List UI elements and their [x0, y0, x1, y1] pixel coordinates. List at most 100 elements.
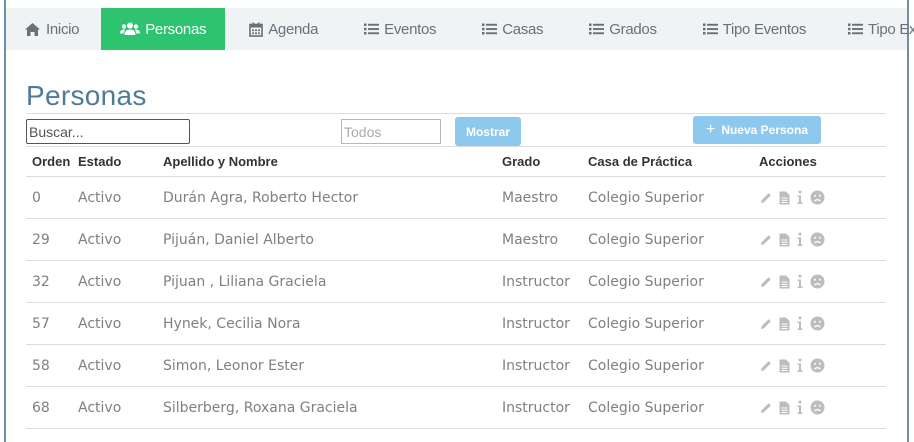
cell-estado: Activo	[72, 302, 157, 345]
nav-agenda[interactable]: Agenda	[225, 8, 340, 50]
cell-estado: Activo	[72, 344, 157, 387]
list-icon	[482, 23, 498, 35]
document-icon[interactable]	[779, 359, 790, 373]
main-navbar: Inicio Personas Agenda Eventos Casas Gra…	[6, 8, 914, 50]
nav-label: Eventos	[384, 20, 437, 38]
cell-nombre: Durán Agra, Roberto Hector	[157, 176, 496, 219]
nav-label: Casas	[502, 20, 544, 38]
cell-orden: 68	[26, 386, 72, 429]
column-header-orden[interactable]: Orden	[26, 146, 72, 177]
cell-casa: Colegio Superior	[582, 218, 753, 261]
table-row[interactable]: 68 Activo Silberberg, Roxana Graciela Instr…	[26, 386, 886, 429]
nav-label: Tipo Extras	[868, 20, 914, 38]
table-row[interactable]: 29 Activo Pijuán, Daniel Alberto Maestro Col…	[26, 218, 886, 261]
cell-casa: Colegio Superior	[582, 176, 753, 219]
info-icon[interactable]	[796, 232, 804, 247]
document-icon[interactable]	[779, 401, 790, 415]
cell-grado: Maestro	[496, 218, 582, 261]
info-icon[interactable]	[796, 358, 804, 373]
frown-icon[interactable]	[810, 358, 825, 373]
users-icon	[120, 22, 141, 35]
cell-acciones	[753, 176, 886, 219]
frown-icon[interactable]	[810, 232, 825, 247]
column-header-grado[interactable]: Grado	[496, 146, 582, 177]
cell-acciones	[753, 260, 886, 303]
list-icon	[702, 23, 718, 35]
info-icon[interactable]	[796, 190, 804, 205]
cell-estado: Activo	[72, 260, 157, 303]
nav-label: Personas	[145, 20, 207, 38]
pencil-icon[interactable]	[759, 275, 773, 289]
search-input[interactable]	[26, 119, 190, 144]
cell-orden: 29	[26, 218, 72, 261]
cell-orden: 32	[26, 260, 72, 303]
pencil-icon[interactable]	[759, 317, 773, 331]
cell-estado: Activo	[72, 176, 157, 219]
document-icon[interactable]	[779, 275, 790, 289]
cell-acciones	[753, 386, 886, 429]
cell-acciones	[753, 344, 886, 387]
nueva-persona-label: Nueva Persona	[721, 123, 809, 137]
table-row[interactable]: 0 Activo Durán Agra, Roberto Hector Maestro…	[26, 176, 886, 219]
estado-filter-input[interactable]	[341, 119, 441, 144]
personas-table: Orden Estado Apellido y Nombre Grado Cas…	[26, 146, 886, 429]
column-header-acciones: Acciones	[753, 146, 886, 177]
cell-casa: Colegio Superior	[582, 302, 753, 345]
cell-estado: Activo	[72, 218, 157, 261]
cell-grado: Maestro	[496, 176, 582, 219]
column-header-estado[interactable]: Estado	[72, 146, 157, 177]
nav-grados[interactable]: Grados	[565, 8, 678, 50]
frown-icon[interactable]	[810, 190, 825, 205]
page-title: Personas	[26, 80, 147, 111]
table-row[interactable]: 58 Activo Simon, Leonor Ester Instructor Col…	[26, 344, 886, 387]
nueva-persona-button[interactable]: + Nueva Persona	[693, 116, 821, 144]
frown-icon[interactable]	[810, 400, 825, 415]
table-row[interactable]: 57 Activo Hynek, Cecilia Nora Instructor Col…	[26, 302, 886, 345]
info-icon[interactable]	[796, 316, 804, 331]
column-header-nombre[interactable]: Apellido y Nombre	[157, 146, 496, 177]
pencil-icon[interactable]	[759, 359, 773, 373]
cell-casa: Colegio Superior	[582, 386, 753, 429]
table-header-row: Orden Estado Apellido y Nombre Grado Cas…	[26, 146, 886, 177]
info-icon[interactable]	[796, 400, 804, 415]
info-icon[interactable]	[796, 274, 804, 289]
nav-personas[interactable]: Personas	[101, 8, 226, 50]
cell-casa: Colegio Superior	[582, 260, 753, 303]
cell-orden: 57	[26, 302, 72, 345]
cell-nombre: Simon, Leonor Ester	[157, 344, 496, 387]
cell-grado: Instructor	[496, 344, 582, 387]
nav-label: Agenda	[268, 20, 319, 38]
cell-acciones	[753, 218, 886, 261]
frown-icon[interactable]	[810, 316, 825, 331]
home-icon	[25, 22, 40, 36]
frown-icon[interactable]	[810, 274, 825, 289]
nav-tipo-eventos[interactable]: Tipo Eventos	[679, 8, 828, 50]
nav-inicio[interactable]: Inicio	[6, 8, 101, 50]
cell-casa: Colegio Superior	[582, 344, 753, 387]
pencil-icon[interactable]	[759, 233, 773, 247]
pencil-icon[interactable]	[759, 191, 773, 205]
cell-grado: Instructor	[496, 302, 582, 345]
nav-label: Grados	[609, 20, 657, 38]
nav-casas[interactable]: Casas	[458, 8, 565, 50]
mostrar-button[interactable]: Mostrar	[455, 117, 521, 146]
column-header-casa[interactable]: Casa de Práctica	[582, 146, 753, 177]
cell-grado: Instructor	[496, 386, 582, 429]
pencil-icon[interactable]	[759, 401, 773, 415]
document-icon[interactable]	[779, 317, 790, 331]
list-icon	[848, 23, 864, 35]
title-divider	[26, 113, 886, 114]
calendar-icon	[249, 22, 264, 37]
table-body: 0 Activo Durán Agra, Roberto Hector Maestro…	[26, 176, 886, 429]
cell-grado: Instructor	[496, 260, 582, 303]
document-icon[interactable]	[779, 233, 790, 247]
nav-tipo-extras[interactable]: Tipo Extras	[828, 8, 914, 50]
cell-estado: Activo	[72, 386, 157, 429]
plus-icon: +	[705, 121, 716, 138]
list-icon	[364, 23, 380, 35]
nav-label: Tipo Eventos	[722, 20, 807, 38]
document-icon[interactable]	[779, 191, 790, 205]
table-row[interactable]: 32 Activo Pijuan , Liliana Graciela Instruc…	[26, 260, 886, 303]
nav-eventos[interactable]: Eventos	[340, 8, 458, 50]
cell-acciones	[753, 302, 886, 345]
